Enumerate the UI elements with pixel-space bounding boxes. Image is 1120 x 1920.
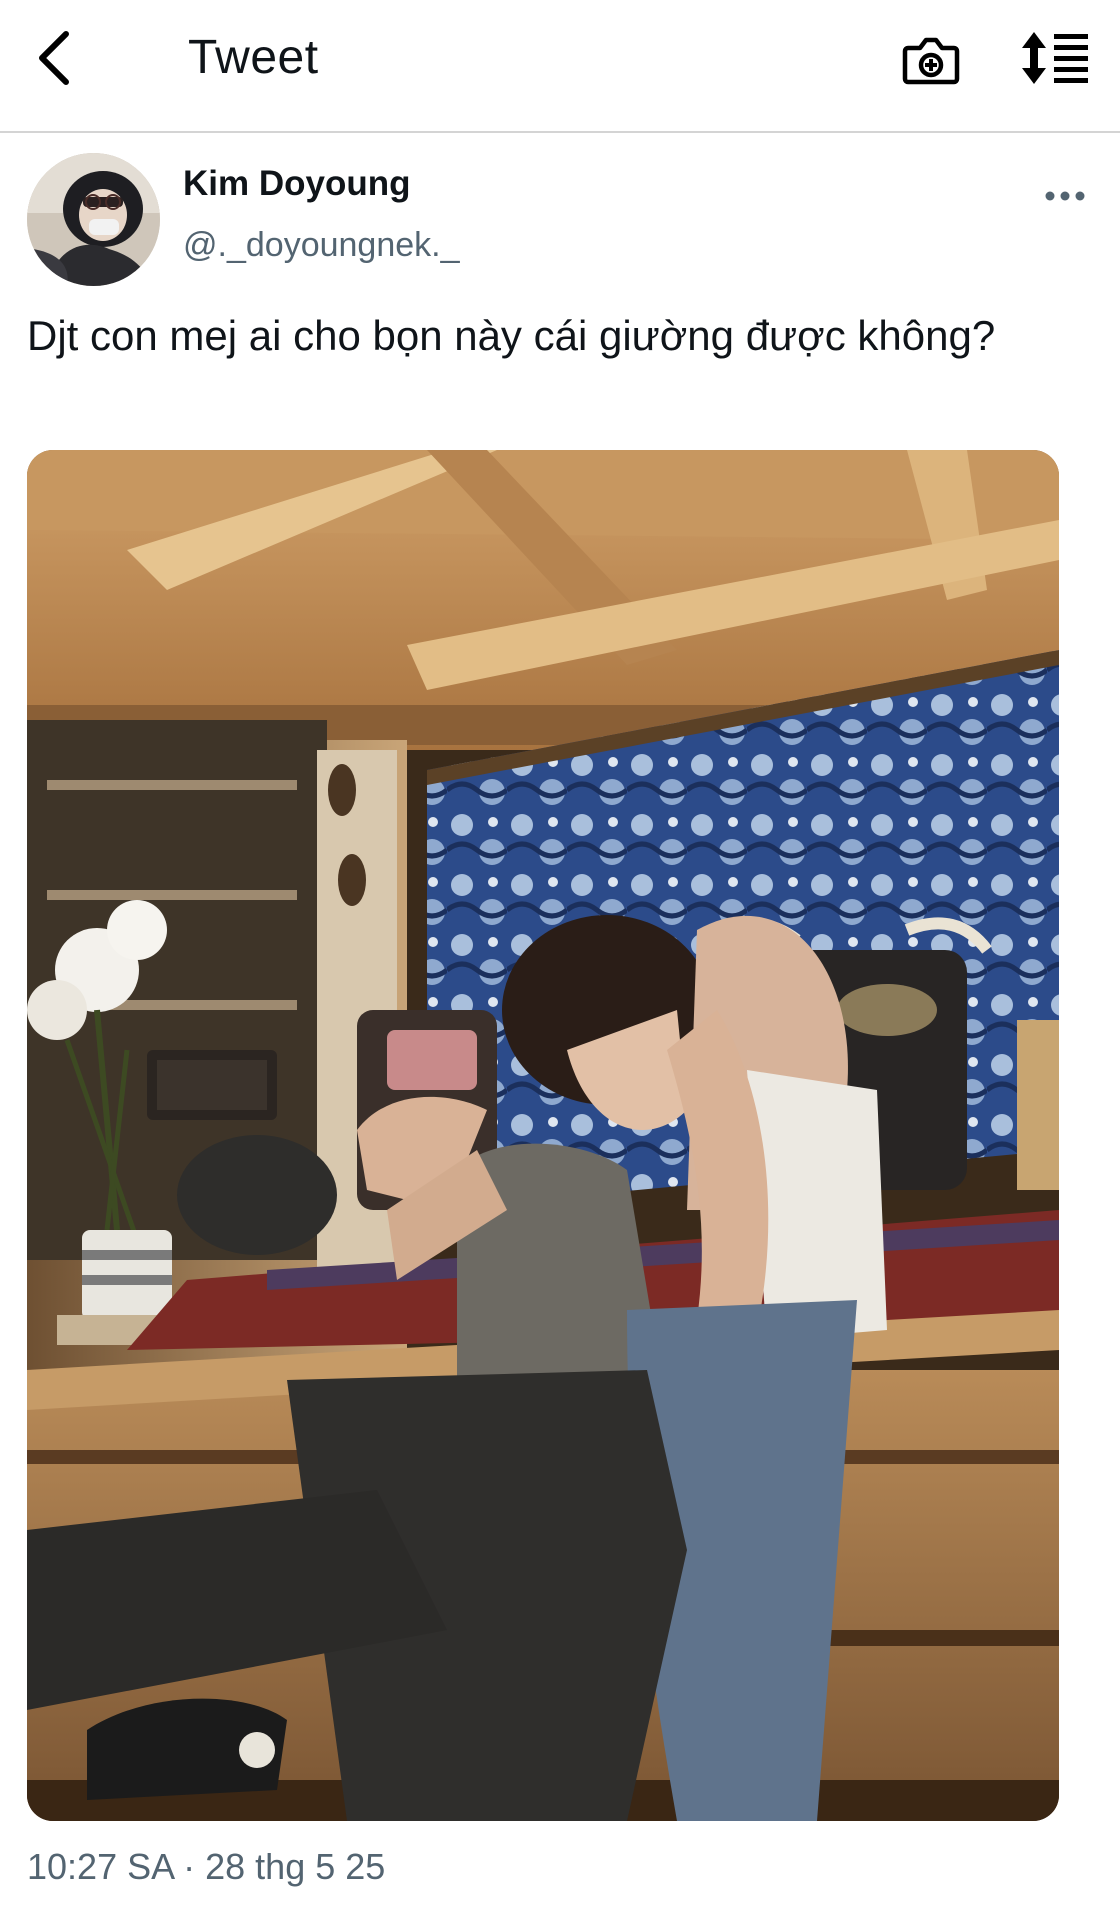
author-display-name[interactable]: Kim Doyoung	[183, 164, 410, 204]
tweet-timestamp: 10:27 SA · 28 thg 5 25	[27, 1846, 386, 1887]
camera-plus-icon	[902, 37, 960, 85]
sort-button[interactable]	[1022, 30, 1094, 86]
more-options-button[interactable]	[1040, 176, 1090, 216]
tweet-photo[interactable]	[27, 450, 1059, 1821]
camera-button[interactable]	[902, 28, 960, 90]
sort-list-icon	[1022, 32, 1088, 84]
back-button[interactable]	[28, 22, 84, 94]
more-dots-icon	[1045, 191, 1085, 201]
tweet-text: Djt con mej ai cho bọn này cái giường đư…	[27, 312, 996, 359]
avatar[interactable]	[27, 153, 160, 286]
page-title: Tweet	[188, 31, 319, 84]
chevron-left-icon	[39, 31, 69, 85]
top-bar: Tweet	[0, 0, 1120, 133]
author-handle[interactable]: @._doyoungnek._	[183, 226, 460, 265]
